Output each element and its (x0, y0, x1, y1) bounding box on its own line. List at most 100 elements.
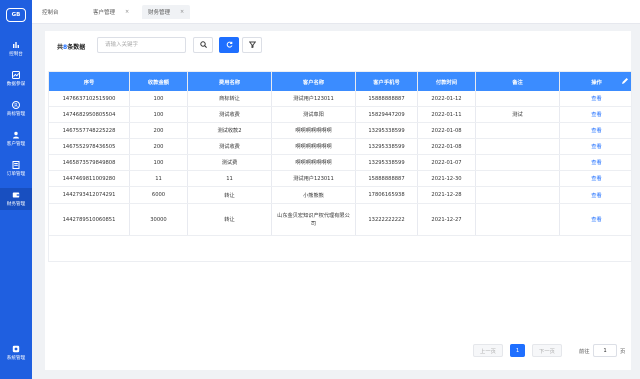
view-link[interactable]: 查看 (560, 123, 631, 138)
sidebar-item-system[interactable]: 系统管理 (0, 342, 32, 364)
tab-label: 财务管理 (148, 10, 171, 16)
cell-amount: 200 (130, 123, 188, 138)
tab-label: 客户管理 (93, 10, 116, 16)
cell-remark (476, 187, 560, 203)
cell-date: 2022-01-12 (418, 91, 476, 106)
col-amount-header: 收款金额 (130, 72, 188, 91)
col-fee-name-header: 费用名称 (188, 72, 272, 91)
page-unit-label: 页 (620, 348, 626, 355)
cell-customer: 啊啊啊啊啊啊啊 (272, 155, 356, 170)
refresh-button[interactable] (219, 37, 239, 53)
edit-columns-icon[interactable] (621, 77, 629, 87)
cell-phone: 15888888887 (356, 91, 418, 106)
cell-phone: 13295338599 (356, 139, 418, 154)
view-link[interactable]: 查看 (560, 187, 631, 203)
cell-fee-name: 测试收款2 (188, 123, 272, 138)
tab-bar: 控制台 客户管理 × 财务管理 × (32, 0, 640, 24)
prev-page-button[interactable]: 上一页 (473, 344, 503, 357)
table-row: 1467557748225228 200 测试收款2 啊啊啊啊啊啊啊 13295… (49, 123, 631, 139)
table-row: 1467552978436505 200 测试收费 啊啊啊啊啊啊啊 132953… (49, 139, 631, 155)
close-icon[interactable]: × (125, 9, 129, 15)
search-button[interactable] (193, 37, 213, 53)
cell-id: 1467557748225228 (49, 123, 130, 138)
view-link[interactable]: 查看 (560, 91, 631, 106)
cell-date: 2021-12-28 (418, 187, 476, 203)
cell-remark: 测试 (476, 107, 560, 122)
cell-fee-name: 测试费 (188, 155, 272, 170)
cell-date: 2021-12-30 (418, 171, 476, 186)
cell-id: 1476637102515900 (49, 91, 130, 106)
cell-remark (476, 155, 560, 170)
pagination: 上一页 1 下一页 前往 1 页 (45, 341, 631, 361)
close-icon[interactable]: × (180, 9, 184, 15)
cell-amount: 11 (130, 171, 188, 186)
sidebar-item-customers[interactable]: 客户管理 (0, 128, 32, 150)
cell-fee-name: 商标转让 (188, 91, 272, 106)
finance-panel: 共8条数据 请输入关键字 序号 收款金额 费用名称 客户名称 客户手机号 付款时… (45, 31, 632, 370)
tab-finance[interactable]: 财务管理 × (142, 5, 191, 19)
filter-icon (248, 41, 256, 50)
cell-fee-name: 转让 (188, 204, 272, 235)
cell-date: 2022-01-08 (418, 123, 476, 138)
sidebar-item-label: 系统管理 (6, 356, 26, 361)
tab-customers[interactable]: 客户管理 × (87, 5, 135, 19)
cell-fee-name: 11 (188, 171, 272, 186)
trademark-icon: R (12, 101, 20, 109)
view-link[interactable]: 查看 (560, 171, 631, 186)
tab-dashboard[interactable]: 控制台 (36, 5, 65, 19)
cell-customer: 测试阜阳 (272, 107, 356, 122)
cell-id: 1467552978436505 (49, 139, 130, 154)
cell-customer: 测试用户123011 (272, 171, 356, 186)
sidebar: GB 控制台 数据参谋 R 商标管理 客户管理 订单管理 财务管理 系统管理 (0, 0, 32, 379)
sidebar-item-trademark[interactable]: R 商标管理 (0, 98, 32, 120)
sidebar-item-label: 数据参谋 (6, 82, 26, 87)
cell-id: 1447469811009280 (49, 171, 130, 186)
goto-label: 前往 (579, 348, 590, 355)
customer-icon (12, 131, 20, 139)
cell-date: 2022-01-08 (418, 139, 476, 154)
next-page-button[interactable]: 下一页 (532, 344, 562, 357)
col-id-header: 序号 (49, 72, 130, 91)
logo-text: GB (6, 8, 26, 22)
clear-filter-button[interactable] (242, 37, 262, 53)
sidebar-item-finance[interactable]: 财务管理 (0, 188, 32, 210)
view-link[interactable]: 查看 (560, 204, 631, 235)
cell-id: 1465873579849808 (49, 155, 130, 170)
table-row: 1474682950805504 100 测试收费 测试阜阳 158294472… (49, 107, 631, 123)
sidebar-item-label: 商标管理 (6, 112, 26, 117)
view-link[interactable]: 查看 (560, 155, 631, 170)
view-link[interactable]: 查看 (560, 139, 631, 154)
cell-fee-name: 转让 (188, 187, 272, 203)
goto-page-input[interactable]: 1 (593, 344, 617, 357)
cell-fee-name: 测试收费 (188, 107, 272, 122)
search-input[interactable]: 请输入关键字 (97, 37, 186, 53)
col-action-label: 操作 (591, 79, 602, 86)
sidebar-item-label: 客户管理 (6, 142, 26, 147)
cell-date: 2022-01-11 (418, 107, 476, 122)
col-customer-header: 客户名称 (272, 72, 356, 91)
cell-amount: 100 (130, 91, 188, 106)
col-phone-header: 客户手机号 (356, 72, 418, 91)
cell-customer: 啊啊啊啊啊啊啊 (272, 123, 356, 138)
col-date-header: 付款时间 (418, 72, 476, 91)
cell-amount: 200 (130, 139, 188, 154)
cell-phone: 13295338599 (356, 155, 418, 170)
cell-phone: 13295338599 (356, 123, 418, 138)
cell-customer: 山东金贝宏知识产权代理有限公司 (272, 204, 356, 235)
cell-phone: 17806165938 (356, 187, 418, 203)
view-link[interactable]: 查看 (560, 107, 631, 122)
page-number[interactable]: 1 (510, 344, 525, 357)
sidebar-item-data-advisor[interactable]: 数据参谋 (0, 68, 32, 90)
order-icon (12, 161, 20, 169)
table-header: 序号 收款金额 费用名称 客户名称 客户手机号 付款时间 备注 操作 (49, 72, 631, 91)
cell-phone: 15888888887 (356, 171, 418, 186)
sidebar-item-orders[interactable]: 订单管理 (0, 158, 32, 180)
cell-phone: 13222222222 (356, 204, 418, 235)
cell-amount: 100 (130, 155, 188, 170)
table-row: 1465873579849808 100 测试费 啊啊啊啊啊啊啊 1329533… (49, 155, 631, 171)
tab-label: 控制台 (42, 10, 59, 16)
sidebar-item-label: 财务管理 (6, 202, 26, 207)
cell-amount: 6000 (130, 187, 188, 203)
sidebar-item-dashboard[interactable]: 控制台 (0, 38, 32, 60)
dashboard-icon (12, 41, 20, 49)
